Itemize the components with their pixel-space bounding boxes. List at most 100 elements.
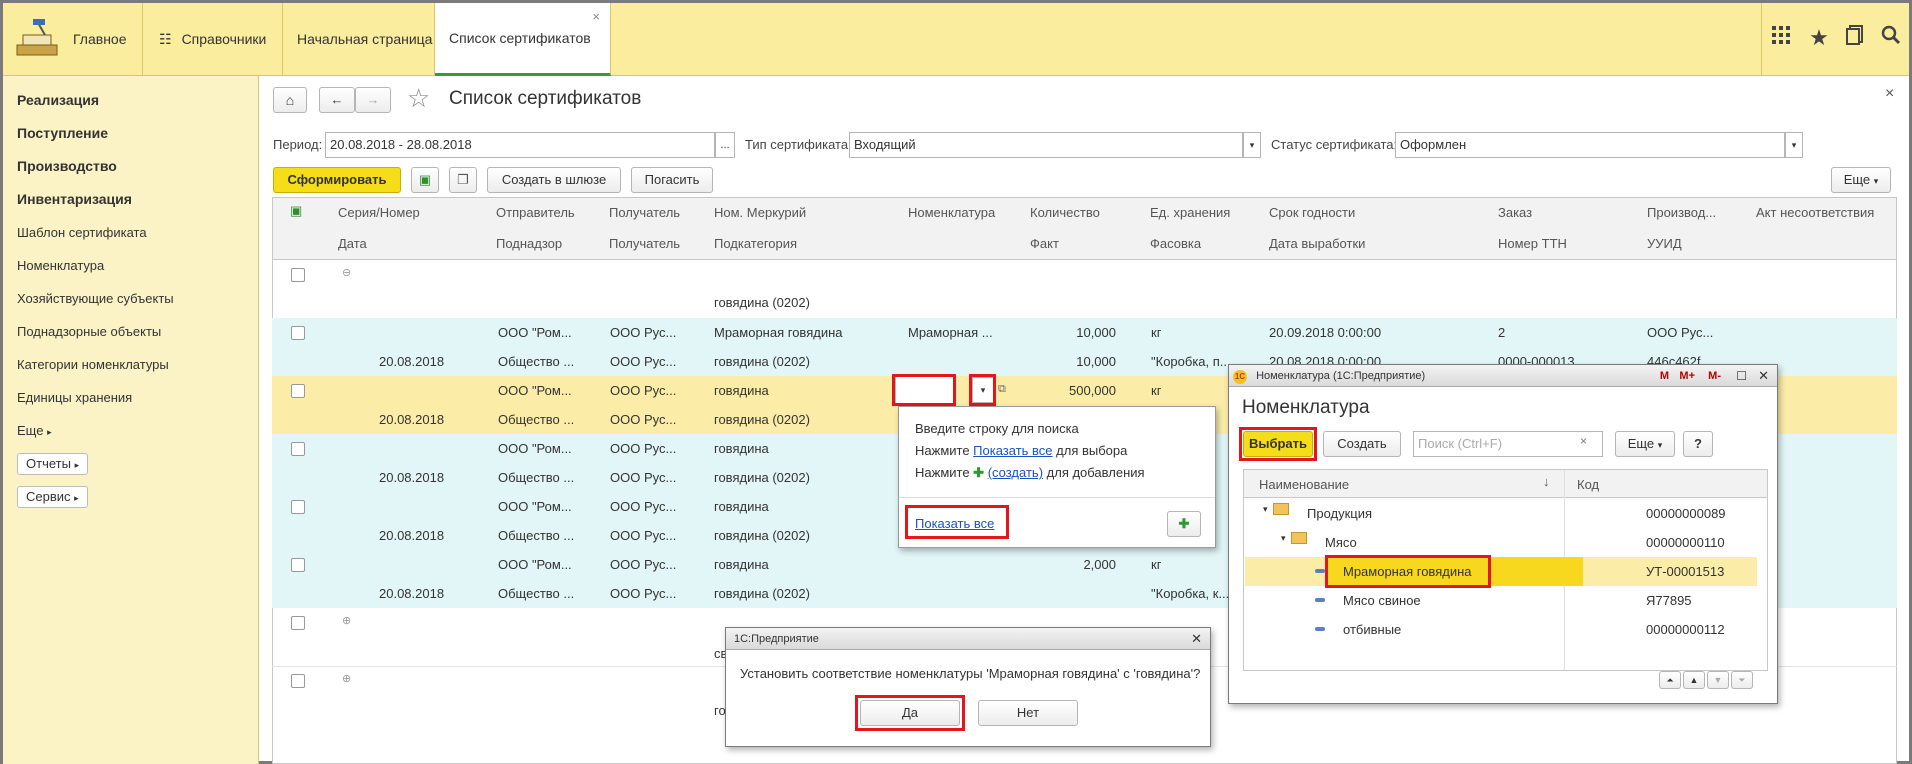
col-order[interactable]: Заказ [1498, 205, 1532, 220]
help-button[interactable]: ? [1683, 431, 1713, 457]
close-icon[interactable]: ✕ [1191, 628, 1202, 650]
sidebar-item-production[interactable]: Производство [17, 158, 117, 174]
clear-search-icon[interactable]: × [1580, 434, 1587, 448]
expand-arrow-icon[interactable]: ▾ [1263, 504, 1268, 515]
col-quantity[interactable]: Количество [1030, 205, 1100, 220]
open-form-icon[interactable]: ⧉ [998, 383, 1006, 396]
expand-icon[interactable]: ⊕ [342, 614, 351, 627]
row-checkbox[interactable] [291, 616, 305, 630]
row-checkbox[interactable] [291, 674, 305, 688]
col-date[interactable]: Дата [338, 236, 367, 251]
status-dropdown-icon[interactable]: ▾ [1785, 132, 1803, 158]
create-link[interactable]: (создать) [988, 465, 1043, 480]
sidebar-item-receipt[interactable]: Поступление [17, 125, 108, 141]
col-ttn[interactable]: Номер ТТН [1498, 236, 1567, 251]
show-all-link[interactable]: Показать все [973, 443, 1052, 458]
close-icon[interactable]: ✕ [1758, 365, 1769, 387]
back-button[interactable]: ← [319, 87, 355, 113]
status-field[interactable]: Оформлен [1395, 132, 1785, 158]
row-checkbox[interactable] [291, 384, 305, 398]
expand-icon[interactable]: ⊕ [342, 672, 351, 685]
search-icon[interactable] [1877, 25, 1905, 53]
collapse-icon[interactable]: ⊖ [342, 266, 351, 279]
type-field[interactable]: Входящий [849, 132, 1243, 158]
row-checkbox[interactable] [291, 558, 305, 572]
sidebar-item-units[interactable]: Единицы хранения [17, 390, 132, 405]
tree-row-products[interactable]: ▾ Продукция 00000000089 [1245, 499, 1757, 528]
sidebar-item-objects[interactable]: Поднадзорные объекты [17, 324, 161, 339]
sidebar-item-categories[interactable]: Категории номенклатуры [17, 357, 169, 372]
col-act[interactable]: Акт несоответствия [1756, 205, 1874, 220]
col-name[interactable]: Наименование [1259, 477, 1349, 492]
copy-button[interactable]: ❐ [449, 167, 477, 193]
sidebar-item-nomenclature[interactable]: Номенклатура [17, 258, 104, 273]
col-expiry[interactable]: Срок годности [1269, 205, 1355, 220]
tab-start-page[interactable]: Начальная страница [283, 3, 435, 75]
type-dropdown-icon[interactable]: ▾ [1243, 132, 1261, 158]
sidebar-item-inventory[interactable]: Инвентаризация [17, 191, 132, 207]
col-unit[interactable]: Ед. хранения [1150, 205, 1230, 220]
col-subcategory[interactable]: Подкатегория [714, 236, 797, 251]
expand-arrow-icon[interactable]: ▾ [1281, 533, 1286, 544]
col-recipient[interactable]: Получатель [609, 205, 680, 220]
col-uuid[interactable]: УУИД [1647, 236, 1682, 251]
tree-row-chops[interactable]: отбивные 00000000112 [1245, 615, 1757, 644]
row-checkbox[interactable] [291, 500, 305, 514]
sidebar-item-template[interactable]: Шаблон сертификата [17, 225, 147, 240]
sidebar-more[interactable]: Еще ▸ [17, 423, 52, 438]
row-checkbox[interactable] [291, 326, 305, 340]
tree-row-marbled-beef[interactable]: Мраморная говядина УТ-00001513 [1245, 557, 1757, 586]
scroll-bottom-button[interactable]: ⏷ [1731, 671, 1753, 689]
memory-minus-icon[interactable]: M- [1708, 365, 1721, 387]
forward-button[interactable]: → [355, 87, 391, 113]
period-field[interactable]: 20.08.2018 - 28.08.2018 [325, 132, 715, 158]
memory-plus-icon[interactable]: M+ [1679, 365, 1695, 387]
create-gateway-button[interactable]: Создать в шлюзе [487, 167, 621, 193]
scroll-down-button[interactable]: ▼ [1707, 671, 1729, 689]
no-button[interactable]: Нет [978, 700, 1078, 726]
select-all-icon[interactable]: ▣ [290, 203, 302, 219]
service-button[interactable]: Сервис ▸ [17, 486, 88, 508]
tree-row-pork[interactable]: Мясо свиное Я77895 [1245, 586, 1757, 615]
create-button[interactable]: Создать [1323, 431, 1401, 457]
period-select-button[interactable]: ... [715, 132, 735, 158]
close-form-icon[interactable]: × [1885, 85, 1894, 103]
col-prod-date[interactable]: Дата выработки [1269, 236, 1365, 251]
history-icon[interactable] [1841, 25, 1869, 53]
apps-grid-icon[interactable] [1767, 25, 1795, 53]
sidebar-item-entities[interactable]: Хозяйствующие субъекты [17, 291, 174, 306]
col-recipient2[interactable]: Получатель [609, 236, 680, 251]
col-sender[interactable]: Отправитель [496, 205, 575, 220]
tree-row-meat[interactable]: ▾ Мясо 00000000110 [1245, 528, 1757, 557]
col-maker[interactable]: Производ... [1647, 205, 1716, 220]
col-code[interactable]: Код [1577, 477, 1599, 492]
search-input[interactable]: Поиск (Ctrl+F) [1413, 431, 1603, 457]
form-button[interactable]: Сформировать [273, 167, 401, 193]
col-mercury[interactable]: Ном. Меркурий [714, 205, 806, 220]
more-button[interactable]: Еще ▾ [1615, 431, 1675, 457]
favorite-star-icon[interactable]: ☆ [407, 83, 430, 114]
add-button[interactable]: ✚ [1167, 511, 1201, 537]
more-button[interactable]: Еще ▾ [1831, 167, 1891, 193]
col-packing[interactable]: Фасовка [1150, 236, 1201, 251]
col-fact[interactable]: Факт [1030, 236, 1059, 251]
memory-m-icon[interactable]: M [1660, 365, 1669, 387]
redeem-button[interactable]: Погасить [631, 167, 713, 193]
scroll-up-button[interactable]: ▲ [1683, 671, 1705, 689]
star-icon[interactable]: ★ [1805, 25, 1833, 53]
sidebar-item-realization[interactable]: Реализация [17, 92, 99, 108]
tab-certificates[interactable]: Список сертификатов × [435, 3, 611, 76]
col-nomenclature[interactable]: Номенклатура [908, 205, 995, 220]
reports-button[interactable]: Отчеты ▸ [17, 453, 89, 475]
row-checkbox[interactable] [291, 268, 305, 282]
tab-close-icon[interactable]: × [592, 9, 600, 24]
row-checkbox[interactable] [291, 442, 305, 456]
section-catalogs[interactable]: ☷ Справочники [143, 3, 283, 75]
maximize-icon[interactable]: ☐ [1736, 365, 1747, 387]
home-button[interactable]: ⌂ [273, 87, 307, 113]
section-home[interactable]: Главное [3, 3, 143, 75]
refresh-button[interactable]: ▣ [411, 167, 439, 193]
col-series[interactable]: Серия/Номер [338, 205, 420, 220]
scroll-top-button[interactable]: ⏶ [1659, 671, 1681, 689]
col-supervision[interactable]: Поднадзор [496, 236, 562, 251]
